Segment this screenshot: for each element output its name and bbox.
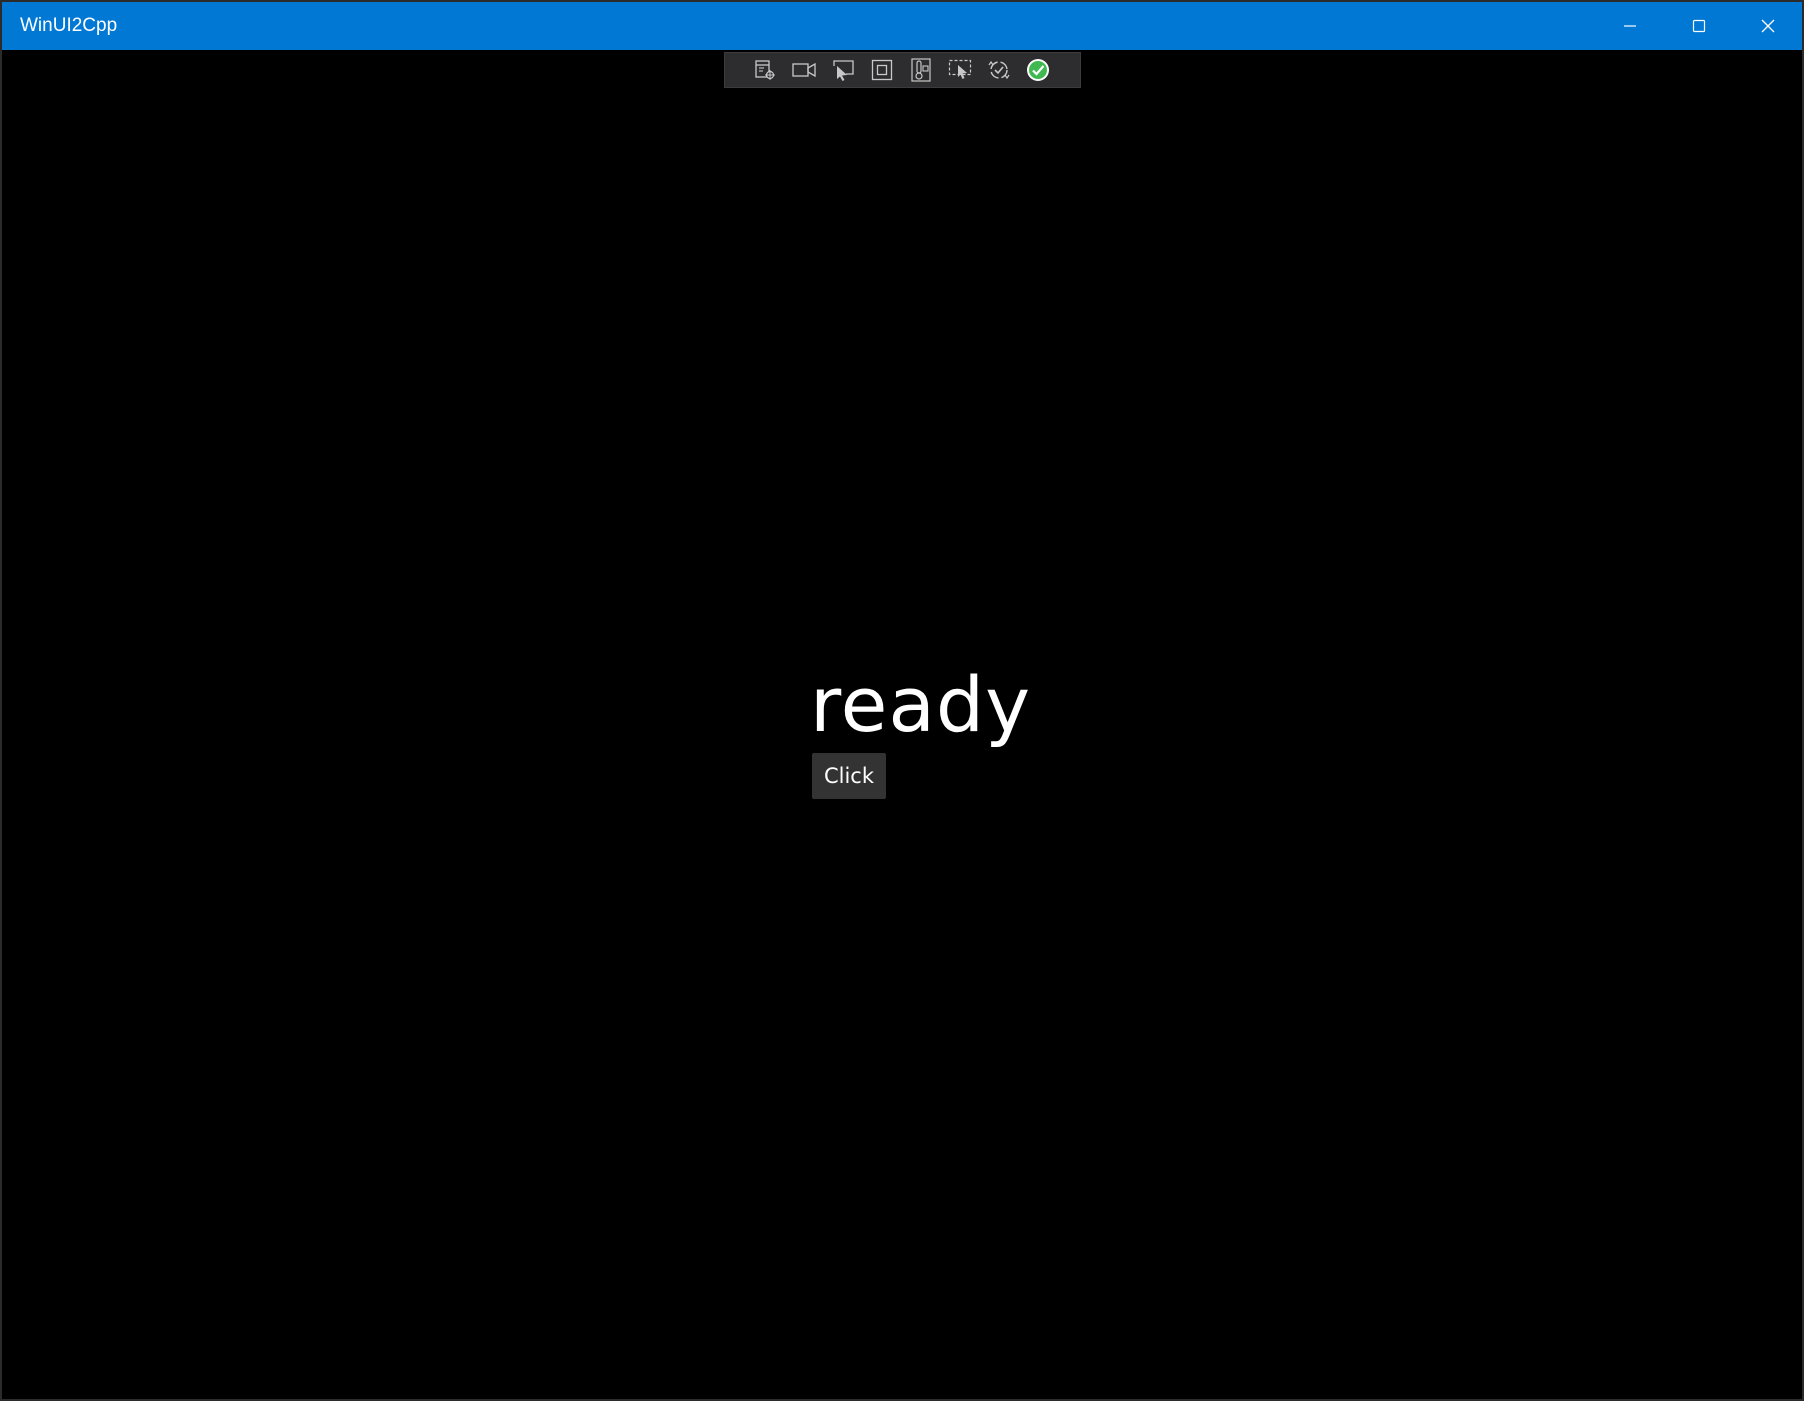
window-title: WinUI2Cpp xyxy=(20,15,118,36)
select-element-icon xyxy=(832,60,854,81)
minimize-button[interactable] xyxy=(1595,2,1665,50)
preview-selection-button[interactable] xyxy=(940,53,979,87)
display-layout-adorners-icon xyxy=(871,59,892,81)
close-button[interactable] xyxy=(1733,2,1802,50)
title-bar[interactable]: WinUI2Cpp xyxy=(2,2,1802,50)
track-focus-icon xyxy=(910,58,931,82)
status-text: ready xyxy=(810,660,1032,749)
click-button[interactable]: Click xyxy=(812,753,886,799)
display-layout-adorners-button[interactable] xyxy=(862,53,901,87)
app-content: ready Click xyxy=(2,50,1802,1399)
status-ok-icon xyxy=(1026,59,1049,81)
live-visual-tree-icon xyxy=(754,60,775,80)
preview-selection-icon xyxy=(948,59,971,79)
maximize-button[interactable] xyxy=(1664,2,1734,50)
track-focus-button[interactable] xyxy=(901,53,940,87)
close-icon xyxy=(1761,19,1775,33)
live-visual-tree-button[interactable] xyxy=(745,53,784,87)
record-button[interactable] xyxy=(784,53,823,87)
app-window: WinUI2Cpp ready Click xyxy=(0,0,1804,1401)
record-icon xyxy=(791,62,816,78)
hot-reload-button[interactable] xyxy=(979,53,1018,87)
hot-reload-icon xyxy=(988,60,1009,80)
select-element-button[interactable] xyxy=(823,53,862,87)
xaml-debug-toolbar xyxy=(724,52,1081,88)
minimize-icon xyxy=(1624,25,1636,27)
maximize-icon xyxy=(1692,19,1706,33)
status-ok-button[interactable] xyxy=(1018,53,1057,87)
